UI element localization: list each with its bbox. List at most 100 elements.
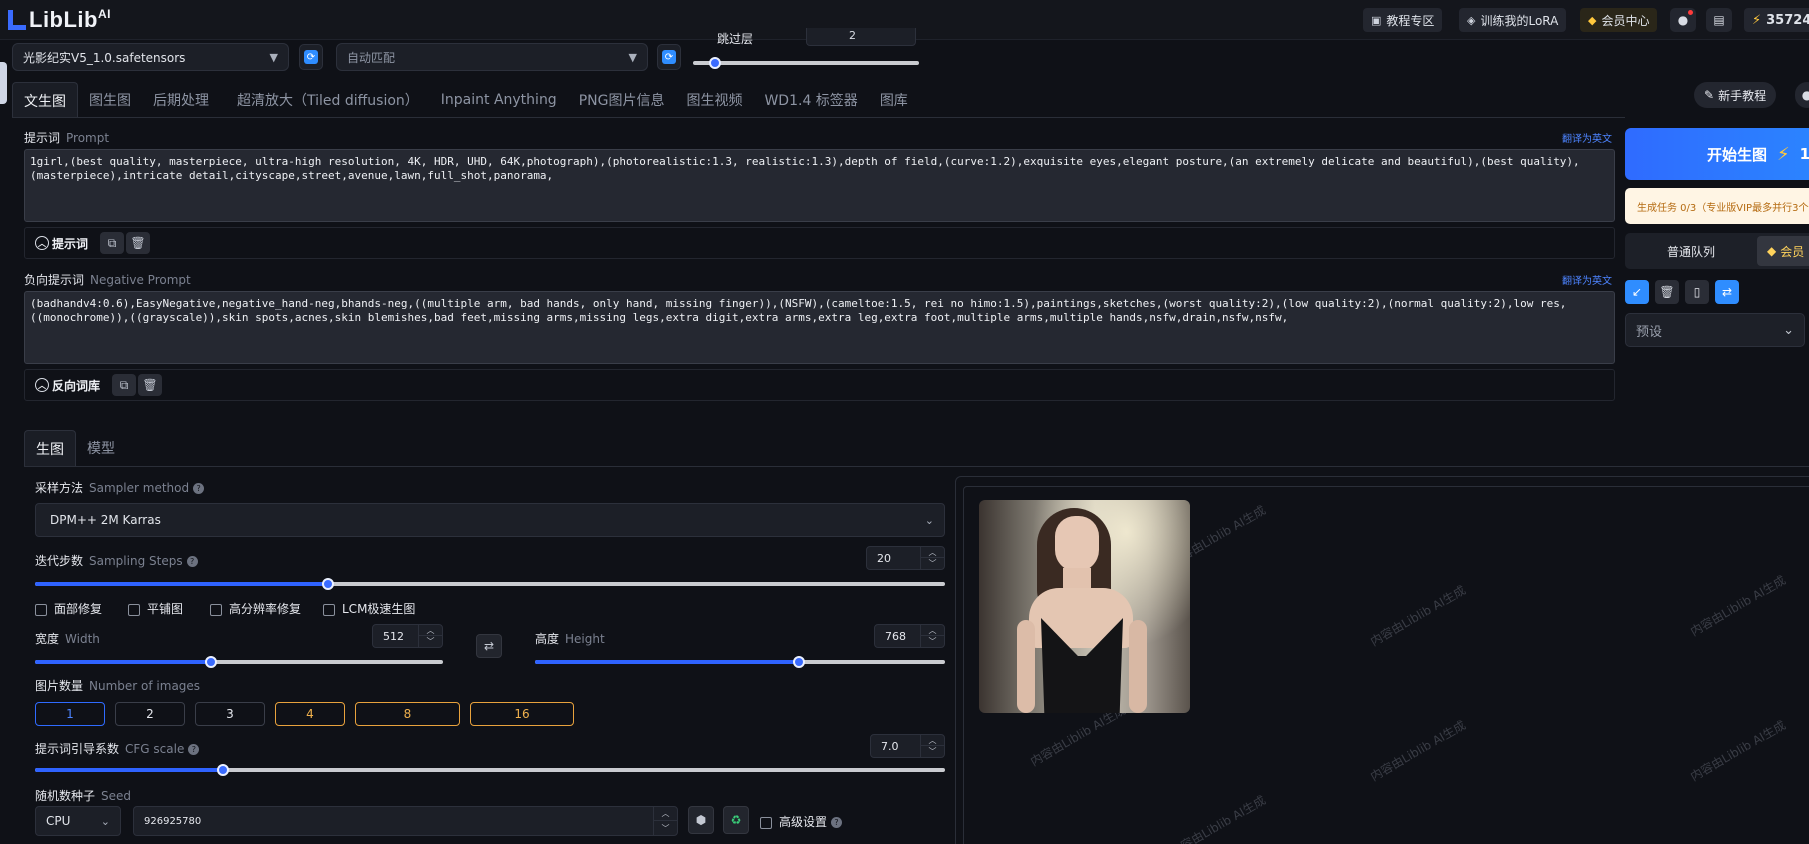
tab-wd-tagger[interactable]: WD1.4 标签器 xyxy=(753,82,868,118)
refresh-vae-button[interactable]: ⟳ xyxy=(657,44,681,70)
tab-postprocess[interactable]: 后期处理 xyxy=(142,82,220,118)
width-input[interactable]: 512 ︿ ﹀ xyxy=(372,624,443,648)
spin-up-icon[interactable]: ︿ xyxy=(921,547,944,558)
clipboard-button[interactable]: ▯ xyxy=(1685,280,1709,304)
num-images-4-button[interactable]: 4 xyxy=(275,702,345,726)
spin-down-icon[interactable]: ﹀ xyxy=(654,821,677,835)
num-images-3-button[interactable]: 3 xyxy=(195,702,265,726)
cfg-slider[interactable] xyxy=(35,764,945,776)
slider-thumb[interactable] xyxy=(793,656,805,668)
checkbox-box[interactable] xyxy=(323,603,335,616)
spin-down-icon[interactable]: ﹀ xyxy=(419,636,442,647)
lcm-checkbox[interactable]: LCM极速生图 xyxy=(323,600,415,617)
refresh-checkpoint-button[interactable]: ⟳ xyxy=(299,44,323,70)
checkbox-box[interactable] xyxy=(35,603,47,616)
swap-button[interactable]: ⇄ xyxy=(1715,280,1739,304)
message-button[interactable]: ● xyxy=(1670,8,1696,32)
tab-model[interactable]: 模型 xyxy=(76,430,126,466)
clear-negative-button[interactable]: 🗑 xyxy=(138,374,163,396)
prompt-translate-link[interactable]: 翻译为英文 xyxy=(1562,130,1612,145)
num-images-1-button[interactable]: 1 xyxy=(35,702,105,726)
spin-down-icon[interactable]: ﹀ xyxy=(921,746,944,757)
tab-png-info[interactable]: PNG图片信息 xyxy=(568,82,676,118)
help-icon[interactable]: ? xyxy=(188,744,200,755)
reuse-seed-button[interactable]: ♻ xyxy=(723,806,749,834)
sampler-select[interactable]: DPM++ 2M Karras ⌄ xyxy=(35,503,945,537)
start-generate-button[interactable]: 开始生图 ⚡ 1 xyxy=(1625,128,1809,180)
help-icon[interactable]: ? xyxy=(193,483,205,494)
negative-collapse-toggle[interactable]: ︿ 反向词库 xyxy=(35,377,100,394)
clip-skip-slider[interactable] xyxy=(693,57,919,69)
clip-skip-input[interactable]: 2 xyxy=(806,28,916,46)
generated-image-thumbnail[interactable] xyxy=(979,500,1190,713)
tab-img2video[interactable]: 图生视频 xyxy=(675,82,753,118)
tab-img2img[interactable]: 图生图 xyxy=(78,82,142,118)
advanced-settings-checkbox[interactable]: 高级设置? xyxy=(760,813,843,830)
vae-select[interactable]: 自动匹配 ▼ xyxy=(336,43,648,71)
spin-up-icon[interactable]: ︿ xyxy=(921,735,944,746)
copy-prompt-button[interactable]: ⧉ xyxy=(100,232,125,254)
preset-select[interactable]: 预设 ⌄ xyxy=(1625,313,1805,347)
spin-down-icon[interactable]: ﹀ xyxy=(921,558,944,569)
tiling-checkbox[interactable]: 平铺图 xyxy=(128,600,210,617)
liblib-logo[interactable]: LibLibAI xyxy=(8,7,111,32)
checkbox-box[interactable] xyxy=(128,603,140,616)
spin-up-icon[interactable]: ︿ xyxy=(921,625,944,636)
face-restore-checkbox[interactable]: 面部修复 xyxy=(35,600,128,617)
num-images-16-button[interactable]: 16 xyxy=(470,702,574,726)
tab-gallery[interactable]: 图库 xyxy=(869,82,919,118)
width-spinner[interactable]: ︿ ﹀ xyxy=(418,625,442,647)
checkbox-box[interactable] xyxy=(760,816,772,829)
slider-thumb[interactable] xyxy=(205,656,217,668)
member-center-button[interactable]: ◆ 会员中心 xyxy=(1580,8,1658,32)
tab-generate[interactable]: 生图 xyxy=(24,430,76,466)
steps-slider[interactable] xyxy=(35,578,945,590)
credits-button[interactable]: ⚡ 35724 xyxy=(1744,8,1809,32)
apply-style-button[interactable]: ↙ xyxy=(1625,280,1649,304)
negative-textarea[interactable]: (badhandv4:0.6),EasyNegative,negative_ha… xyxy=(24,291,1615,364)
slider-thumb[interactable] xyxy=(322,578,334,590)
height-spinner[interactable]: ︿ ﹀ xyxy=(920,625,944,647)
height-input[interactable]: 768 ︿ ﹀ xyxy=(874,624,945,648)
height-slider[interactable] xyxy=(535,656,945,668)
clear-prompt-button[interactable]: 🗑 xyxy=(126,232,151,254)
seed-device-select[interactable]: CPU ⌄ xyxy=(35,806,121,836)
normal-queue-option[interactable]: 普通队列 xyxy=(1625,233,1757,269)
extra-round-button[interactable]: ● xyxy=(1795,82,1809,108)
spin-up-icon[interactable]: ︿ xyxy=(654,807,677,821)
tab-txt2img[interactable]: 文生图 xyxy=(12,82,78,118)
checkbox-box[interactable] xyxy=(210,603,222,616)
tutorial-zone-button[interactable]: ▣ 教程专区 xyxy=(1363,8,1443,32)
spin-down-icon[interactable]: ﹀ xyxy=(921,636,944,647)
negative-translate-link[interactable]: 翻译为英文 xyxy=(1562,272,1612,287)
num-images-8-button[interactable]: 8 xyxy=(355,702,460,726)
checkpoint-select[interactable]: 光影纪实V5_1.0.safetensors ▼ xyxy=(12,43,289,71)
train-lora-button[interactable]: ◈ 训练我的LoRA xyxy=(1459,8,1567,32)
num-images-2-button[interactable]: 2 xyxy=(115,702,185,726)
random-seed-button[interactable]: ⬢ xyxy=(688,806,714,834)
clear-button[interactable]: 🗑 xyxy=(1655,280,1679,304)
tab-inpaint-anything[interactable]: Inpaint Anything xyxy=(430,82,568,118)
swap-dimensions-button[interactable]: ⇄ xyxy=(476,634,502,658)
steps-input[interactable]: 20 ︿ ﹀ xyxy=(866,546,945,570)
seed-input[interactable]: 926925780 ︿ ﹀ xyxy=(133,806,678,836)
hires-fix-checkbox[interactable]: 高分辨率修复 xyxy=(210,600,323,617)
side-drawer-handle[interactable] xyxy=(0,62,7,104)
help-icon[interactable]: ? xyxy=(186,556,198,567)
prompt-textarea[interactable]: 1girl,(best quality, masterpiece, ultra-… xyxy=(24,149,1615,222)
files-button[interactable]: ▤ xyxy=(1706,8,1732,32)
newbie-tutorial-button[interactable]: ✎ 新手教程 xyxy=(1694,82,1777,108)
spin-up-icon[interactable]: ︿ xyxy=(419,625,442,636)
slider-thumb[interactable] xyxy=(217,764,229,776)
width-slider[interactable] xyxy=(35,656,443,668)
cfg-input[interactable]: 7.0 ︿ ﹀ xyxy=(870,734,945,758)
tab-tiled-diffusion[interactable]: 超清放大（Tiled diffusion） xyxy=(226,82,430,118)
help-icon[interactable]: ? xyxy=(831,817,843,828)
seed-spinner[interactable]: ︿ ﹀ xyxy=(653,807,677,835)
steps-spinner[interactable]: ︿ ﹀ xyxy=(920,547,944,569)
prompt-collapse-toggle[interactable]: ︿ 提示词 xyxy=(35,235,88,252)
copy-negative-button[interactable]: ⧉ xyxy=(112,374,137,396)
slider-thumb[interactable] xyxy=(709,57,721,69)
cfg-spinner[interactable]: ︿ ﹀ xyxy=(920,735,944,757)
vip-queue-option[interactable]: ◆ 会员 xyxy=(1757,236,1809,266)
